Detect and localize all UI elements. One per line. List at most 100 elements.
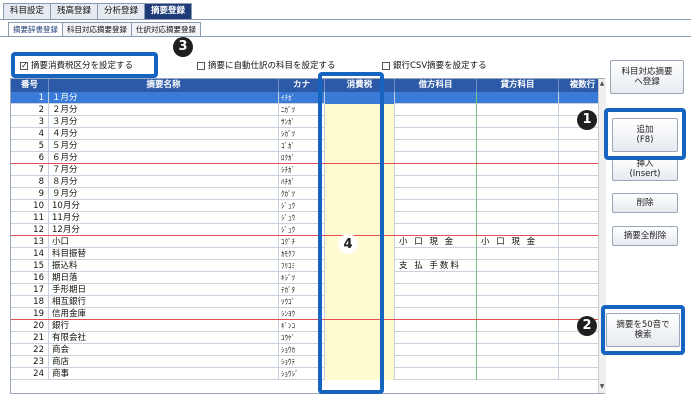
row-multi-cell[interactable] bbox=[559, 140, 599, 152]
table-row[interactable]: 7 ７月分 ｼﾁｶﾞ bbox=[11, 164, 604, 176]
row-debit-cell[interactable] bbox=[395, 200, 477, 212]
insert-button[interactable]: 挿入 (Insert) bbox=[612, 157, 678, 181]
row-number-cell[interactable]: 24 bbox=[11, 368, 49, 380]
row-multi-cell[interactable] bbox=[559, 236, 599, 248]
table-row[interactable]: 9 ９月分 ｸｶﾞﾂ bbox=[11, 188, 604, 200]
row-credit-cell[interactable] bbox=[477, 176, 559, 188]
row-credit-cell[interactable] bbox=[477, 332, 559, 344]
auto-journal-checkbox[interactable] bbox=[197, 62, 205, 70]
row-number-cell[interactable]: 22 bbox=[11, 344, 49, 356]
tab-account-settings[interactable]: 科目設定 bbox=[3, 3, 52, 19]
bank-csv-checkbox[interactable] bbox=[382, 62, 390, 70]
row-multi-cell[interactable] bbox=[559, 344, 599, 356]
row-debit-cell[interactable] bbox=[395, 248, 477, 260]
row-credit-cell[interactable] bbox=[477, 296, 559, 308]
row-number-cell[interactable]: 15 bbox=[11, 260, 49, 272]
row-credit-cell[interactable] bbox=[477, 272, 559, 284]
row-name-cell[interactable]: 相互銀行 bbox=[49, 296, 279, 308]
row-name-cell[interactable]: 商店 bbox=[49, 356, 279, 368]
row-number-cell[interactable]: 21 bbox=[11, 332, 49, 344]
row-debit-cell[interactable] bbox=[395, 344, 477, 356]
row-credit-cell[interactable] bbox=[477, 320, 559, 332]
row-multi-cell[interactable] bbox=[559, 200, 599, 212]
row-number-cell[interactable]: 14 bbox=[11, 248, 49, 260]
table-row[interactable]: 3 ３月分 ｻﾝｶﾞ bbox=[11, 116, 604, 128]
row-multi-cell[interactable] bbox=[559, 356, 599, 368]
row-debit-cell[interactable] bbox=[395, 188, 477, 200]
row-number-cell[interactable]: 20 bbox=[11, 320, 49, 332]
row-name-cell[interactable]: 科目振替 bbox=[49, 248, 279, 260]
row-name-cell[interactable]: 期日落 bbox=[49, 272, 279, 284]
row-name-cell[interactable]: ４月分 bbox=[49, 128, 279, 140]
row-multi-cell[interactable] bbox=[559, 164, 599, 176]
table-row[interactable]: 13 小口 ｺｸﾞﾁ小 口 現 金小 口 現 金 bbox=[11, 236, 604, 248]
subtab-summary-dictionary[interactable]: 摘要辞書登録 bbox=[8, 22, 63, 36]
row-multi-cell[interactable] bbox=[559, 260, 599, 272]
row-number-cell[interactable]: 18 bbox=[11, 296, 49, 308]
row-multi-cell[interactable] bbox=[559, 284, 599, 296]
row-debit-cell[interactable] bbox=[395, 320, 477, 332]
row-credit-cell[interactable] bbox=[477, 104, 559, 116]
row-number-cell[interactable]: 11 bbox=[11, 212, 49, 224]
table-row[interactable]: 8 ８月分 ﾊﾁｶﾞ bbox=[11, 176, 604, 188]
row-credit-cell[interactable] bbox=[477, 368, 559, 380]
table-row[interactable]: 22 商会 ｼｮｳｶ bbox=[11, 344, 604, 356]
row-debit-cell[interactable]: 小 口 現 金 bbox=[395, 236, 477, 248]
table-row[interactable]: 23 商店 ｼｮｳﾃ bbox=[11, 356, 604, 368]
row-number-cell[interactable]: 16 bbox=[11, 272, 49, 284]
subtab-account-summary[interactable]: 科目対応摘要登録 bbox=[62, 22, 132, 36]
delete-button[interactable]: 削除 bbox=[612, 193, 678, 213]
row-number-cell[interactable]: 7 bbox=[11, 164, 49, 176]
table-row[interactable]: 21 有限会社 ﾕｳｹﾞ bbox=[11, 332, 604, 344]
row-debit-cell[interactable] bbox=[395, 176, 477, 188]
row-credit-cell[interactable] bbox=[477, 164, 559, 176]
row-credit-cell[interactable]: 小 口 現 金 bbox=[477, 236, 559, 248]
row-name-cell[interactable]: 10月分 bbox=[49, 200, 279, 212]
tab-summary-registration[interactable]: 摘要登録 bbox=[144, 3, 193, 19]
row-debit-cell[interactable] bbox=[395, 164, 477, 176]
tab-analysis-registration[interactable]: 分析登録 bbox=[97, 3, 146, 19]
row-credit-cell[interactable] bbox=[477, 284, 559, 296]
row-name-cell[interactable]: 11月分 bbox=[49, 212, 279, 224]
option-bank-csv[interactable]: 銀行CSV摘要を設定する bbox=[382, 60, 487, 72]
row-debit-cell[interactable] bbox=[395, 104, 477, 116]
row-number-cell[interactable]: 13 bbox=[11, 236, 49, 248]
row-name-cell[interactable]: 銀行 bbox=[49, 320, 279, 332]
scroll-down-icon[interactable]: ▼ bbox=[598, 383, 606, 390]
subtab-journal-summary[interactable]: 仕訳対応摘要登録 bbox=[131, 22, 201, 36]
row-name-cell[interactable]: 商会 bbox=[49, 344, 279, 356]
table-row[interactable]: 20 銀行 ｷﾞﾝｺ bbox=[11, 320, 604, 332]
table-row[interactable]: 11 11月分 ｼﾞｭｳ bbox=[11, 212, 604, 224]
row-debit-cell[interactable] bbox=[395, 356, 477, 368]
row-multi-cell[interactable] bbox=[559, 248, 599, 260]
table-row[interactable]: 2 ２月分 ﾆｶﾞﾂ bbox=[11, 104, 604, 116]
row-name-cell[interactable]: 有限会社 bbox=[49, 332, 279, 344]
tab-balance-registration[interactable]: 残高登録 bbox=[50, 3, 99, 19]
table-row[interactable]: 14 科目振替 ｶﾓｸﾌ bbox=[11, 248, 604, 260]
row-number-cell[interactable]: 4 bbox=[11, 128, 49, 140]
row-name-cell[interactable]: ２月分 bbox=[49, 104, 279, 116]
row-debit-cell[interactable] bbox=[395, 272, 477, 284]
row-multi-cell[interactable] bbox=[559, 296, 599, 308]
row-debit-cell[interactable] bbox=[395, 128, 477, 140]
row-multi-cell[interactable] bbox=[559, 188, 599, 200]
table-row[interactable]: 1 １月分 ｲﾁｶﾞ bbox=[11, 92, 604, 104]
row-credit-cell[interactable] bbox=[477, 200, 559, 212]
row-credit-cell[interactable] bbox=[477, 128, 559, 140]
register-account-summary-button[interactable]: 科目対応摘要 へ登録 bbox=[610, 60, 684, 94]
row-multi-cell[interactable] bbox=[559, 272, 599, 284]
row-multi-cell[interactable] bbox=[559, 368, 599, 380]
table-row[interactable]: 4 ４月分 ｼｶﾞﾂ bbox=[11, 128, 604, 140]
table-row[interactable]: 16 期日落 ｷｼﾞﾂ bbox=[11, 272, 604, 284]
row-debit-cell[interactable] bbox=[395, 92, 477, 104]
table-row[interactable]: 18 相互銀行 ｿｳｺﾞ bbox=[11, 296, 604, 308]
scroll-up-icon[interactable]: ▲ bbox=[598, 80, 606, 87]
row-credit-cell[interactable] bbox=[477, 212, 559, 224]
row-multi-cell[interactable] bbox=[559, 212, 599, 224]
row-credit-cell[interactable] bbox=[477, 356, 559, 368]
row-name-cell[interactable]: １月分 bbox=[49, 92, 279, 104]
row-number-cell[interactable]: 9 bbox=[11, 188, 49, 200]
row-name-cell[interactable]: ５月分 bbox=[49, 140, 279, 152]
row-credit-cell[interactable] bbox=[477, 116, 559, 128]
table-row[interactable]: 5 ５月分 ｺﾞｶﾞ bbox=[11, 140, 604, 152]
